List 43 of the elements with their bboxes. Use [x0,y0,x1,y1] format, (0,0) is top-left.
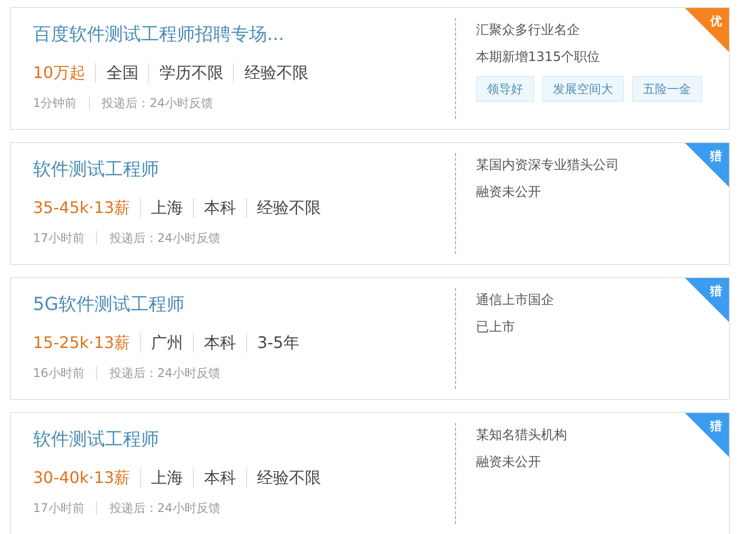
benefit-tag: 发展空间大 [542,76,624,102]
posted-time: 16小时前 [33,365,84,382]
requirement-text: 广州 [151,332,184,354]
requirement-text: 经验不限 [257,467,322,489]
feedback-text: 投递后：24小时反馈 [102,95,213,112]
benefit-tag: 五险一金 [632,76,702,102]
salary-text: 15-25k·13薪 [33,332,130,354]
company-info: 融资未公开 [476,184,542,202]
company-info: 融资未公开 [476,454,542,472]
posted-time: 17小时前 [33,230,84,247]
corner-label: 猎 [710,419,722,433]
requirement-text: 上海 [151,197,184,219]
requirement-text: 上海 [151,467,184,489]
requirement-text: 学历不限 [159,62,224,84]
company-info: 某知名猎头机构 [476,427,567,445]
salary-text: 10万起 [33,62,86,84]
requirement-text: 经验不限 [257,197,322,219]
posted-time: 17小时前 [33,500,84,517]
benefit-tag: 领导好 [476,76,534,102]
requirement-text: 3-5年 [257,332,300,354]
requirement-text: 本科 [204,197,236,219]
job-title-link[interactable]: 软件测试工程师 [33,427,455,453]
company-info: 本期新增1315个职位 [476,49,602,67]
requirement-text: 全国 [106,62,138,84]
requirement-text: 本科 [204,467,236,489]
company-info: 通信上市国企 [476,292,554,310]
company-info: 汇聚众多行业名企 [476,22,581,40]
corner-label: 优 [710,14,722,28]
requirement-text: 本科 [204,332,236,354]
corner-label: 猎 [710,149,722,163]
salary-text: 30-40k·13薪 [33,467,130,489]
feedback-text: 投递后：24小时反馈 [109,365,221,382]
posted-time: 1分钟前 [33,95,77,112]
feedback-text: 投递后：24小时反馈 [109,500,221,517]
job-title-link[interactable]: 5G软件测试工程师 [33,292,455,318]
requirement-text: 经验不限 [244,62,308,84]
company-info: 已上市 [476,319,516,337]
company-info: 某国内资深专业猎头公司 [476,157,619,175]
job-title-link[interactable]: 软件测试工程师 [33,157,455,183]
salary-text: 35-45k·13薪 [33,197,130,219]
corner-label: 猎 [710,284,722,298]
job-title-link[interactable]: 百度软件测试工程师招聘专场... [33,22,455,48]
feedback-text: 投递后：24小时反馈 [109,230,221,247]
